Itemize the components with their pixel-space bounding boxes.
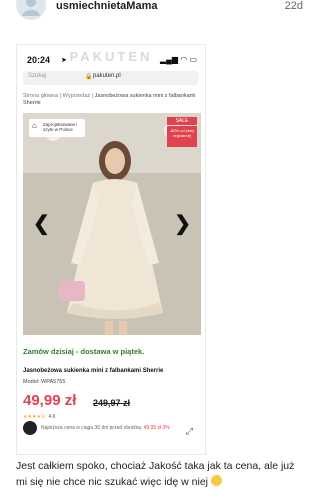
delivery-info: Zamów dzisiaj - dostawa w piątek.	[23, 347, 145, 356]
breadcrumb-home[interactable]: Strona główna	[23, 93, 58, 99]
rating-stars-icon: ★★★★½	[23, 414, 46, 420]
location-icon: ➤	[61, 57, 67, 64]
screenshot-image[interactable]: PAKUTEN 20:24 ➤ ▂▄▆ ◠ ▭ Szukaj 🔒 pakuten…	[16, 44, 206, 455]
search-input[interactable]: Szukaj	[28, 73, 46, 79]
product-title: Jasnobeżowa sukienka mini z falbankami S…	[23, 368, 164, 374]
username[interactable]: usmiechnietaMama	[56, 0, 157, 12]
expand-icon[interactable]: ⤢	[186, 426, 193, 437]
status-icons: ▂▄▆ ◠ ▭	[160, 55, 197, 64]
next-image-arrow-icon[interactable]: ❯	[174, 211, 191, 236]
breadcrumb: Strona główna | Wyprzedaż | Jasnobeżowa …	[23, 93, 196, 106]
product-model: Model: WPA5755	[23, 379, 66, 385]
wifi-icon: ◠	[180, 55, 188, 64]
status-time: 20:24	[27, 55, 51, 65]
status-bar: PAKUTEN 20:24 ➤ ▂▄▆ ◠ ▭	[17, 45, 205, 69]
made-in-poland-badge: ⌂ Zaprojektowane i szyte w Polsce	[29, 119, 85, 137]
battery-icon: ▭	[189, 55, 197, 64]
breadcrumb-sale[interactable]: Wyprzedaż	[63, 93, 90, 99]
current-price: 49,99 zł	[23, 392, 77, 409]
prev-image-arrow-icon[interactable]: ❮	[33, 211, 50, 236]
old-price: 249,97 zł	[93, 398, 131, 408]
lowest-price-info: Najniższa cena w ciągu 30 dni przed obni…	[41, 425, 170, 431]
post-text: Jest całkiem spoko, chociaż Jakość taka …	[16, 460, 295, 488]
product-image[interactable]: ⌂ Zaprojektowane i szyte w Polsce SALE -…	[23, 113, 201, 335]
avatar-icon	[22, 0, 40, 16]
sale-badge: SALE -80% od ceny regularnej	[167, 117, 197, 147]
rating-value: 4.6	[48, 414, 56, 420]
post-header: usmiechnietaMama 22d	[0, 0, 319, 24]
post-age: 22d	[284, 0, 303, 12]
signal-icon: ▂▄▆	[160, 55, 178, 64]
factory-icon: ⌂	[32, 121, 37, 130]
avatar[interactable]	[16, 0, 46, 20]
url-text: pakuten.pl	[93, 73, 121, 79]
rating[interactable]: ★★★★½ 4.6	[23, 414, 55, 420]
address-bar[interactable]: Szukaj 🔒 pakuten.pl	[23, 71, 199, 85]
lock-icon: 🔒	[85, 74, 93, 80]
grin-emoji-icon	[210, 475, 222, 486]
